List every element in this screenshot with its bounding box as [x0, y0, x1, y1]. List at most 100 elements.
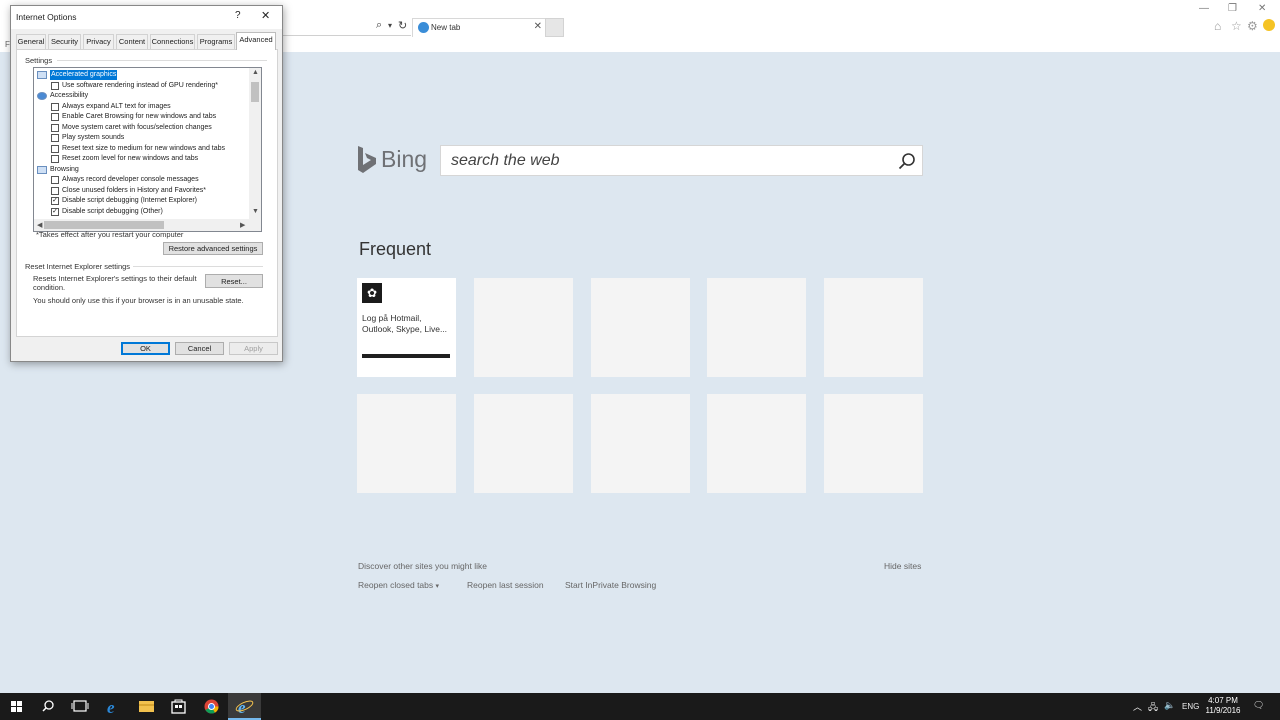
tree-option[interactable]: Enable Caret Browsing for new windows an… — [34, 112, 249, 122]
tree-category[interactable]: Browsing — [34, 165, 249, 175]
tree-option[interactable]: Always expand ALT text for images — [34, 102, 249, 112]
option-checkbox[interactable] — [51, 123, 59, 132]
taskbar-file-explorer[interactable] — [130, 693, 163, 720]
svg-text:e: e — [238, 698, 246, 717]
option-checkbox[interactable] — [51, 186, 59, 195]
clock-time: 4:07 PM — [1208, 696, 1238, 705]
network-icon[interactable]: 🖧 — [1148, 700, 1158, 716]
option-checkbox[interactable]: ✓ — [51, 197, 59, 205]
tree-option[interactable]: Play system sounds — [34, 133, 249, 143]
dialog-tabs: General Security Privacy Content Connect… — [16, 32, 278, 50]
restore-advanced-settings-button[interactable]: Restore advanced settings — [163, 242, 263, 255]
minimize-icon[interactable]: — — [1199, 3, 1209, 14]
reopen-closed-tabs-link[interactable]: Reopen closed tabs ▾ — [358, 580, 439, 590]
reset-button[interactable]: Reset... — [205, 274, 263, 288]
dialog-title-bar[interactable]: Internet Options ? ✕ — [11, 6, 282, 29]
search-icon[interactable]: ⌕ — [376, 19, 382, 32]
tree-option[interactable]: Close unused folders in History and Favo… — [34, 186, 249, 196]
hscroll-thumb[interactable] — [44, 221, 164, 229]
tab-content[interactable]: Content — [116, 34, 148, 49]
tree-option[interactable]: Reset zoom level for new windows and tab… — [34, 154, 249, 164]
search-icon — [42, 700, 54, 712]
ok-button[interactable]: OK — [121, 342, 170, 355]
tab-security[interactable]: Security — [48, 34, 81, 49]
option-checkbox[interactable] — [51, 81, 59, 90]
tab-programs[interactable]: Programs — [197, 34, 235, 49]
frequent-tile[interactable] — [474, 394, 573, 493]
tree-category[interactable]: Accelerated graphics — [34, 70, 249, 80]
tree-option[interactable]: ✓ Disable script debugging (Internet Expl… — [34, 196, 249, 206]
tree-option[interactable]: ✓ Disable script debugging (Other) — [34, 207, 249, 217]
tab-general[interactable]: General — [16, 34, 46, 49]
frequent-tile[interactable] — [591, 278, 690, 377]
frequent-tile[interactable] — [707, 278, 806, 377]
tree-category[interactable]: Accessibility — [34, 91, 249, 101]
restore-icon[interactable]: ❐ — [1228, 3, 1237, 14]
volume-icon[interactable]: 🔈 — [1164, 700, 1175, 711]
taskbar-chrome[interactable] — [195, 693, 228, 720]
tree-option[interactable]: Always record developer console messages — [34, 175, 249, 185]
reset-description: Resets Internet Explorer's settings to t… — [33, 274, 197, 292]
option-checkbox[interactable] — [51, 144, 59, 153]
cancel-button[interactable]: Cancel — [175, 342, 224, 355]
home-icon[interactable]: ⌂ — [1214, 19, 1221, 33]
frequent-tile[interactable] — [357, 394, 456, 493]
frequent-tile[interactable] — [474, 278, 573, 377]
frequent-tile[interactable] — [824, 394, 923, 493]
clock[interactable]: 4:07 PM 11/9/2016 — [1200, 696, 1246, 716]
tab-close-icon[interactable]: ✕ — [534, 21, 542, 32]
tab-connections[interactable]: Connections — [150, 34, 195, 49]
tree-option[interactable]: Use software rendering instead of GPU re… — [34, 81, 249, 91]
settings-tree[interactable]: ✓ Disable script debugging (Other) ✓ Disabl… — [33, 67, 262, 232]
show-hidden-icons-chevron-icon[interactable]: ︿ — [1133, 700, 1142, 713]
frequent-tile[interactable] — [591, 394, 690, 493]
new-tab-button[interactable] — [545, 18, 564, 37]
taskbar-edge[interactable]: e — [97, 693, 130, 720]
dropdown-arrow-icon[interactable]: ▾ — [388, 21, 392, 30]
option-checkbox[interactable] — [51, 155, 59, 163]
task-view-button[interactable] — [64, 693, 97, 720]
scroll-right-icon[interactable]: ▶ — [240, 221, 245, 229]
scroll-left-icon[interactable]: ◀ — [37, 221, 42, 229]
inprivate-link[interactable]: Start InPrivate Browsing — [565, 580, 656, 590]
favorites-star-icon[interactable]: ☆ — [1231, 19, 1242, 33]
vertical-scrollbar[interactable]: ▲ ▼ — [249, 68, 261, 219]
taskbar-internet-explorer[interactable]: e — [228, 693, 261, 720]
scroll-up-icon[interactable]: ▲ — [252, 69, 259, 76]
search-icon[interactable] — [898, 152, 916, 170]
taskbar-store[interactable] — [162, 693, 195, 720]
frequent-tile[interactable] — [824, 278, 923, 377]
scroll-thumb[interactable] — [251, 82, 259, 102]
window-close-icon[interactable]: ✕ — [1258, 3, 1266, 14]
feedback-smiley-icon[interactable] — [1263, 19, 1275, 31]
option-checkbox[interactable] — [51, 176, 59, 184]
search-input[interactable] — [451, 150, 891, 172]
settings-gear-icon[interactable]: ⚙ — [1247, 19, 1258, 33]
tab-privacy[interactable]: Privacy — [83, 34, 114, 49]
action-center-icon[interactable]: 🗨 — [1253, 700, 1264, 711]
search-box[interactable] — [440, 145, 923, 176]
tree-option[interactable]: Move system caret with focus/selection c… — [34, 123, 249, 133]
option-checkbox[interactable]: ✓ — [51, 207, 59, 216]
scroll-down-icon[interactable]: ▼ — [252, 208, 259, 215]
taskbar-search-button[interactable] — [32, 693, 65, 720]
refresh-icon[interactable]: ↻ — [398, 19, 407, 32]
option-checkbox[interactable] — [51, 102, 59, 111]
option-checkbox[interactable] — [51, 113, 59, 121]
address-bar[interactable]: ⌕ ▾ ↻ — [283, 18, 411, 36]
hide-sites-link[interactable]: Hide sites — [884, 561, 921, 571]
tab-advanced[interactable]: Advanced — [236, 32, 276, 50]
browser-tab-new[interactable]: New tab ✕ — [412, 18, 547, 37]
dialog-close-icon[interactable]: ✕ — [261, 9, 270, 22]
tree-option-label: Enable Caret Browsing for new windows an… — [62, 113, 217, 120]
option-checkbox[interactable] — [51, 134, 59, 142]
apply-button[interactable]: Apply — [229, 342, 278, 355]
frequent-tile[interactable] — [707, 394, 806, 493]
internet-options-dialog: Internet Options ? ✕ General Security Pr… — [10, 5, 283, 362]
tree-option[interactable]: Reset text size to medium for new window… — [34, 144, 249, 154]
frequent-tile-hotmail[interactable]: ✿ Log på Hotmail, Outlook, Skype, Live..… — [357, 278, 456, 377]
reopen-last-session-link[interactable]: Reopen last session — [467, 580, 544, 590]
help-icon[interactable]: ? — [235, 10, 241, 21]
start-button[interactable] — [0, 693, 33, 720]
language-indicator[interactable]: ENG — [1182, 702, 1199, 711]
